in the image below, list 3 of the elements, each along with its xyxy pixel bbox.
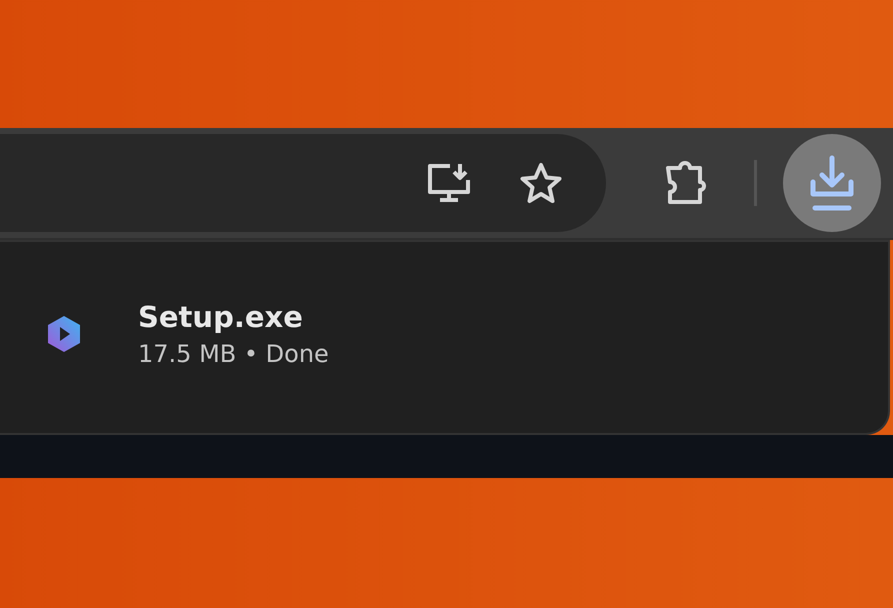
star-icon[interactable] <box>518 161 564 205</box>
download-status: 17.5 MB • Done <box>138 340 329 368</box>
file-name[interactable]: Setup.exe <box>138 300 329 334</box>
